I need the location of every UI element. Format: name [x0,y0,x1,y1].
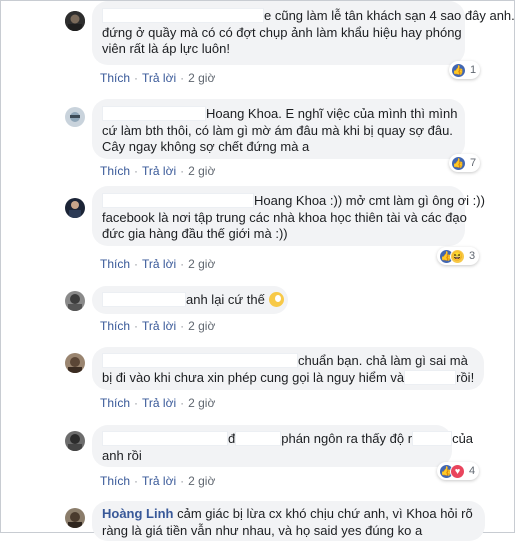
reaction-summary[interactable]: 👍 ♥ 4 [437,462,480,480]
comment-actions: Thích · Trả lời · 2 giờ [100,257,215,271]
reaction-summary[interactable]: 👍 1 [449,61,481,79]
separator: · [180,164,185,178]
like-icon: 👍 [451,62,466,78]
like-link[interactable]: Thích [100,474,130,488]
reaction-summary[interactable]: 👍 😆 3 [437,247,480,265]
like-icon: 👍 [451,155,466,171]
avatar-image [65,107,85,127]
avatar-image [65,431,85,451]
like-link[interactable]: Thích [100,319,130,333]
separator: · [180,319,185,333]
avatar[interactable] [65,107,85,127]
comment-text-line: Hoang Khoa :)) mở cmt làm gì ông ơi :)) [102,193,485,210]
haha-icon: 😆 [450,248,465,264]
redacted-name [102,106,206,121]
like-link[interactable]: Thích [100,164,130,178]
avatar-image [65,198,85,218]
comment-text-line: Cây ngay không sợ chết đứng mà a [102,139,310,154]
reply-link[interactable]: Trả lời [142,396,176,410]
timestamp[interactable]: 2 giờ [188,474,215,488]
separator: · [134,319,139,333]
separator: · [134,257,139,271]
separator: · [180,257,185,271]
redacted-name [102,8,264,23]
redacted-name [102,193,254,208]
comment-text-line: Hoang Khoa. E nghĩ việc của mình thì mìn… [102,106,457,123]
comment-text-line: đức gia hàng đầu thế giới mà :)) [102,226,288,241]
like-link[interactable]: Thích [100,257,130,271]
comment-text-line: cứ làm bth thôi, có làm gì mờ ám đâu mà … [102,122,453,138]
mentioned-user[interactable]: Hoang Khoa [206,106,278,121]
avatar-image [65,508,85,528]
comment-text-line: Hoàng Linh cảm giác bị lừa cx khó chịu c… [102,506,473,521]
reply-link[interactable]: Trả lời [142,257,176,271]
comment-text-line: chuẩn bạn. chả làm gì sai mà [102,353,474,370]
comment-bubble: Hoang Khoa :)) mở cmt làm gì ông ơi :)) … [92,186,485,246]
avatar[interactable] [65,11,85,31]
like-link[interactable]: Thích [100,396,130,410]
separator: · [180,71,185,85]
comment-bubble: Hoang Khoa. E nghĩ việc của mình thì mìn… [92,99,465,159]
comment-author[interactable]: Hoàng Linh [102,506,174,521]
comment-text-line: facebook là nơi tập trung các nhà khoa h… [102,209,467,225]
redacted-name [102,292,186,307]
comment-actions: Thích · Trả lời · 2 giờ [100,474,215,488]
love-icon: ♥ [450,463,465,479]
avatar[interactable] [65,198,85,218]
comment-text-line: e cũng làm lễ tân khách sạn 4 sao đây an… [102,8,515,25]
separator: · [134,396,139,410]
avatar[interactable] [65,508,85,528]
timestamp[interactable]: 2 giờ [188,257,215,271]
comment-actions: Thích · Trả lời · 2 giờ [100,319,215,333]
comment-text-line: ràng là giá tiền vẫn như nhau, và họ sai… [102,522,423,538]
timestamp[interactable]: 2 giờ [188,396,215,410]
reply-link[interactable]: Trả lời [142,474,176,488]
comment-actions: Thích · Trả lời · 2 giờ [100,71,215,85]
comment-text-line: đứng ở quầy mà có có đợt chụp ảnh làm kh… [102,24,462,40]
separator: · [134,474,139,488]
timestamp[interactable]: 2 giờ [188,319,215,333]
reaction-count: 7 [470,157,477,169]
avatar[interactable] [65,291,85,311]
like-link[interactable]: Thích [100,71,130,85]
comment-bubble: chuẩn bạn. chả làm gì sai mà bị đi vào k… [92,347,484,390]
timestamp[interactable]: 2 giờ [188,164,215,178]
redacted-name [102,431,228,446]
mentioned-user[interactable]: Hoang Khoa [254,193,326,208]
comment-bubble: anh lại cứ thế [92,286,288,314]
reply-link[interactable]: Trả lời [142,71,176,85]
avatar[interactable] [65,431,85,451]
comments-panel: e cũng làm lễ tân khách sạn 4 sao đây an… [0,0,515,541]
avatar-image [65,291,85,311]
redacted-text [404,369,457,385]
comment-bubble: đ phán ngôn ra thấy độ r của anh rồi [92,425,473,467]
timestamp[interactable]: 2 giờ [188,71,215,85]
reaction-count: 4 [469,465,476,477]
separator: · [134,164,139,178]
redacted-text [412,431,453,446]
comment-bubble: e cũng làm lễ tân khách sạn 4 sao đây an… [92,1,515,65]
avatar-image [65,11,85,31]
redacted-name [102,353,298,368]
reaction-count: 1 [470,64,477,76]
separator: · [180,474,185,488]
avatar[interactable] [65,353,85,373]
reaction-count: 3 [469,250,476,262]
comment-text-line: anh rồi [102,447,142,463]
comment-actions: Thích · Trả lời · 2 giờ [100,164,215,178]
comment-text-line: bị đi vào khi chưa xin phép cung gọi là … [102,369,475,385]
comment-actions: Thích · Trả lời · 2 giờ [100,396,215,410]
reply-link[interactable]: Trả lời [142,319,176,333]
avatar-image [65,353,85,373]
comment-bubble: Hoàng Linh cảm giác bị lừa cx khó chịu c… [92,501,485,541]
comment-text-line: viên rất là áp lực luôn! [102,41,230,56]
separator: · [134,71,139,85]
blush-emoji-icon [268,292,284,307]
comment-text-line: anh lại cứ thế [102,292,284,309]
reply-link[interactable]: Trả lời [142,164,176,178]
reaction-summary[interactable]: 👍 7 [449,154,481,172]
redacted-text [235,431,282,446]
comment-text-line: đ phán ngôn ra thấy độ r của [102,431,473,448]
separator: · [180,396,185,410]
